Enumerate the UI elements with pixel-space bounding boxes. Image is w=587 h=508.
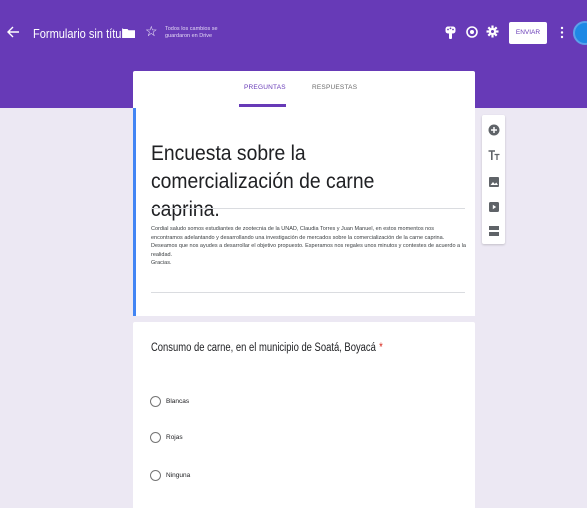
add-image-icon[interactable] xyxy=(488,176,500,188)
star-icon[interactable]: ☆ xyxy=(145,24,158,38)
add-section-icon[interactable] xyxy=(488,225,500,237)
option-label: Blancas xyxy=(166,398,190,405)
add-question-icon[interactable] xyxy=(488,124,500,136)
form-name[interactable]: Formulario sin título xyxy=(33,26,130,41)
gear-icon[interactable] xyxy=(486,25,499,38)
save-status: Todos los cambios se guardaron en Drive xyxy=(165,26,218,39)
add-video-icon[interactable] xyxy=(488,201,500,213)
form-description[interactable]: Cordial saludo somos estudiantes de zoot… xyxy=(151,225,467,268)
description-divider xyxy=(151,292,465,293)
question-text: Consumo de carne, en el municipio de Soa… xyxy=(151,342,376,354)
top-bar: Formulario sin título ☆ Todos los cambio… xyxy=(0,0,587,64)
side-toolbar xyxy=(482,115,505,244)
avatar[interactable] xyxy=(573,21,587,45)
add-title-icon[interactable] xyxy=(488,149,500,161)
option-label: Rojas xyxy=(166,434,183,441)
radio-button[interactable] xyxy=(150,470,161,481)
option-label: Ninguna xyxy=(166,472,191,479)
active-tab-indicator xyxy=(239,104,286,107)
send-button[interactable]: ENVIAR xyxy=(509,22,547,44)
required-marker: * xyxy=(379,342,383,354)
palette-icon[interactable] xyxy=(445,26,456,39)
tab-respuestas[interactable]: RESPUESTAS xyxy=(312,84,357,91)
eye-icon[interactable] xyxy=(466,26,478,38)
folder-icon[interactable] xyxy=(123,28,135,38)
radio-button[interactable] xyxy=(150,396,161,407)
question-title[interactable]: Consumo de carne, en el municipio de Soa… xyxy=(151,342,383,354)
tabs-bar: PREGUNTAS RESPUESTAS xyxy=(133,71,475,108)
more-vert-icon[interactable] xyxy=(560,26,564,39)
form-title[interactable]: Encuesta sobre la comercialización de ca… xyxy=(151,140,438,224)
tab-preguntas[interactable]: PREGUNTAS xyxy=(244,84,286,91)
title-divider xyxy=(151,208,465,209)
page: Formulario sin título ☆ Todos los cambio… xyxy=(0,0,587,508)
form-header-card: Encuesta sobre la comercialización de ca… xyxy=(133,108,475,316)
question-card[interactable]: Consumo de carne, en el municipio de Soa… xyxy=(133,322,475,508)
radio-button[interactable] xyxy=(150,432,161,443)
arrow-back-icon[interactable] xyxy=(6,25,20,39)
